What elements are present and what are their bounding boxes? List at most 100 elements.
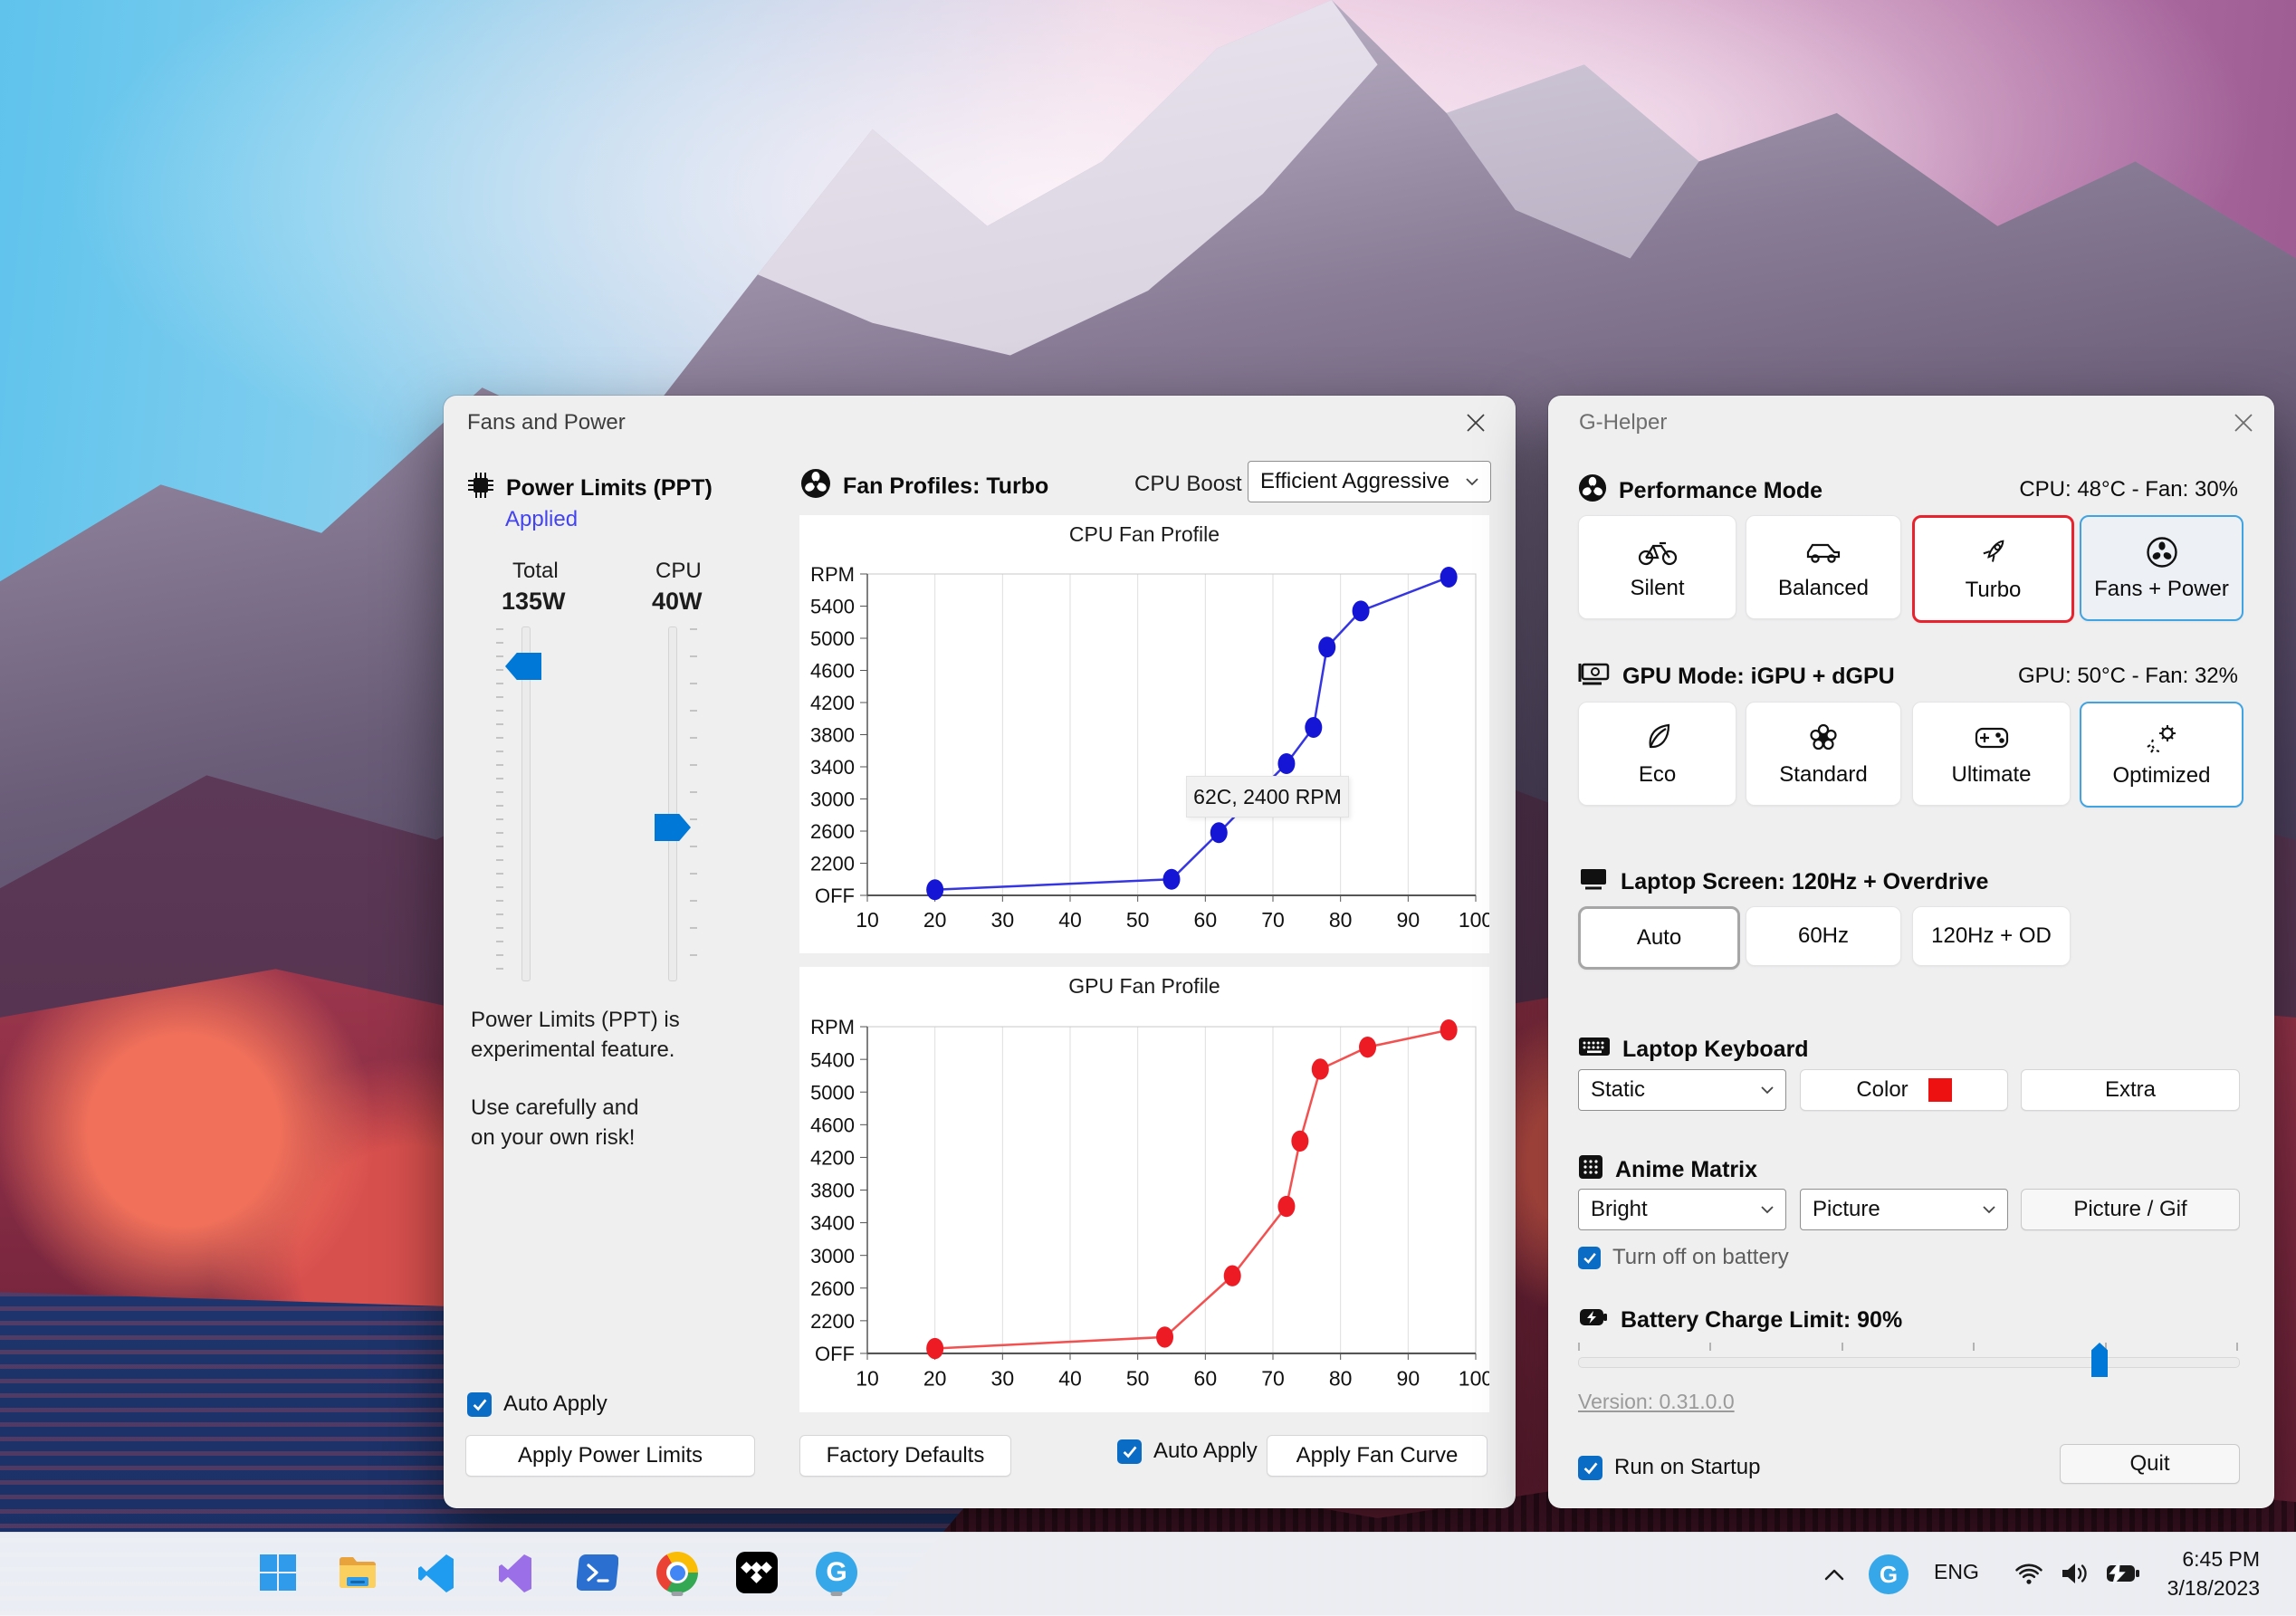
anime-matrix-title: Anime Matrix	[1615, 1157, 1757, 1182]
svg-text:80: 80	[1329, 908, 1353, 932]
run-on-startup-checkbox[interactable]: Run on Startup	[1578, 1455, 1760, 1480]
warning-text: experimental feature.	[471, 1037, 675, 1062]
window-title: G-Helper	[1579, 410, 1668, 435]
cpu-slider-thumb[interactable]	[655, 814, 691, 841]
window-title: Fans and Power	[467, 410, 626, 435]
total-slider-thumb[interactable]	[505, 653, 541, 680]
screen-60hz-button[interactable]: 60Hz	[1746, 906, 1901, 966]
svg-text:3400: 3400	[810, 756, 855, 779]
factory-defaults-button[interactable]: Factory Defaults	[799, 1435, 1011, 1477]
version-link[interactable]: Version: 0.31.0.0	[1578, 1390, 1735, 1414]
tile-label: Ultimate	[1951, 762, 2032, 787]
gpu-mode-header: GPU Mode: iGPU + dGPU	[1578, 660, 1895, 693]
turbo-mode-button[interactable]: Turbo	[1912, 515, 2074, 623]
tray-chevron-up-icon[interactable]	[1818, 1558, 1851, 1591]
turn-off-on-battery-checkbox[interactable]: Turn off on battery	[1578, 1245, 1789, 1270]
gamepad-icon	[1972, 720, 2012, 756]
battery-charging-icon[interactable]	[2102, 1558, 2142, 1589]
svg-text:50: 50	[1126, 908, 1150, 932]
svg-text:30: 30	[991, 1366, 1015, 1390]
anime-matrix-header: Anime Matrix	[1578, 1154, 1757, 1186]
chrome-icon[interactable]	[652, 1547, 703, 1598]
svg-text:OFF: OFF	[815, 1343, 855, 1365]
checkbox-checked-icon	[467, 1391, 492, 1417]
cpu-boost-dropdown[interactable]: Efficient Aggressive	[1248, 461, 1491, 502]
file-explorer-icon[interactable]	[332, 1547, 383, 1598]
fans-power-button[interactable]: Fans + Power	[2080, 515, 2243, 621]
optimized-mode-button[interactable]: Optimized	[2080, 702, 2243, 808]
chevron-down-icon	[1761, 1086, 1774, 1095]
svg-text:4200: 4200	[810, 692, 855, 714]
svg-text:4600: 4600	[810, 660, 855, 683]
eco-mode-button[interactable]: Eco	[1578, 702, 1736, 806]
svg-text:4600: 4600	[810, 1114, 855, 1136]
svg-text:2200: 2200	[810, 853, 855, 875]
screen-auto-button[interactable]: Auto	[1578, 906, 1740, 970]
battery-slider-track[interactable]	[1578, 1357, 2240, 1368]
tray-date: 3/18/2023	[2167, 1576, 2260, 1600]
total-slider-ticks	[496, 628, 503, 980]
svg-text:10: 10	[856, 908, 879, 932]
screen-120hz-od-button[interactable]: 120Hz + OD	[1912, 906, 2071, 966]
silent-mode-button[interactable]: Silent	[1578, 515, 1736, 619]
warning-text: Use carefully and	[471, 1095, 639, 1120]
fan-profiles-title: Fan Profiles: Turbo	[843, 473, 1049, 499]
checkbox-checked-icon	[1578, 1246, 1601, 1269]
visual-studio-icon[interactable]	[492, 1547, 542, 1598]
svg-text:20: 20	[923, 908, 947, 932]
gpu-fan-chart-panel: GPU Fan Profile OFF 2200 2600 3000 3400 3800 4…	[799, 967, 1489, 1412]
keyboard-mode-dropdown[interactable]: Static	[1578, 1069, 1786, 1111]
picture-gif-button[interactable]: Picture / Gif	[2021, 1189, 2240, 1230]
tray-language[interactable]: ENG	[1934, 1560, 1979, 1584]
keyboard-color-button[interactable]: Color	[1800, 1069, 2008, 1111]
quit-button[interactable]: Quit	[2060, 1444, 2240, 1484]
tile-label: Standard	[1779, 762, 1868, 787]
power-limits-title: Power Limits (PPT)	[506, 475, 713, 501]
g-helper-tray-icon[interactable]: G	[1867, 1553, 1910, 1596]
cpu-fan-curve-chart[interactable]: OFF 2200 2600 3000 3400 3800 4200 4600 5000 5400 R…	[799, 515, 1489, 953]
tray-clock[interactable]: 6:45 PM 3/18/2023	[2167, 1544, 2260, 1602]
fan-profiles-header: Fan Profiles: Turbo	[800, 468, 1048, 505]
apply-fan-curve-button[interactable]: Apply Fan Curve	[1267, 1435, 1488, 1477]
close-icon[interactable]	[2222, 401, 2265, 445]
gpu-fan-curve-chart[interactable]: OFF 2200 2600 3000 3400 3800 4200 4600 5000 5400 R…	[799, 967, 1489, 1412]
auto-apply-power-checkbox[interactable]: Auto Apply	[467, 1391, 607, 1417]
svg-text:2200: 2200	[810, 1310, 855, 1333]
ultimate-mode-button[interactable]: Ultimate	[1912, 702, 2071, 806]
battery-charge-limit-header: Battery Charge Limit: 90%	[1578, 1306, 1902, 1334]
balanced-mode-button[interactable]: Balanced	[1746, 515, 1901, 619]
cpu-slider-track[interactable]	[668, 626, 677, 981]
volume-icon[interactable]	[2057, 1556, 2093, 1591]
vscode-icon[interactable]	[412, 1547, 463, 1598]
svg-text:3000: 3000	[810, 789, 855, 811]
svg-text:60: 60	[1194, 1366, 1218, 1390]
wifi-icon[interactable]	[2012, 1556, 2046, 1591]
checkbox-checked-icon	[1578, 1455, 1602, 1480]
g-helper-taskbar-icon[interactable]: G	[811, 1547, 862, 1598]
cpu-boost-label: CPU Boost	[1134, 472, 1242, 496]
matrix-brightness-dropdown[interactable]: Bright	[1578, 1189, 1786, 1230]
svg-text:40: 40	[1058, 1366, 1082, 1390]
matrix-mode-dropdown[interactable]: Picture	[1800, 1189, 2008, 1230]
standard-mode-button[interactable]: Standard	[1746, 702, 1901, 806]
start-button[interactable]	[253, 1547, 303, 1598]
apply-power-limits-button[interactable]: Apply Power Limits	[465, 1435, 755, 1477]
tidal-icon[interactable]	[732, 1547, 782, 1598]
tile-label: Silent	[1630, 576, 1685, 600]
svg-text:10: 10	[856, 1366, 879, 1390]
battery-charge-limit-title: Battery Charge Limit: 90%	[1621, 1307, 1903, 1333]
cpu-value: 40W	[652, 588, 703, 615]
applied-link[interactable]: Applied	[505, 507, 578, 532]
tray-time: 6:45 PM	[2182, 1547, 2260, 1571]
powershell-icon[interactable]	[572, 1547, 623, 1598]
monitor-icon	[1578, 866, 1609, 898]
performance-mode-title: Performance Mode	[1619, 478, 1823, 503]
car-icon	[1803, 533, 1843, 569]
close-icon[interactable]	[1454, 401, 1497, 445]
fan-curve-tooltip: 62C, 2400 RPM	[1186, 776, 1349, 818]
cpu-label: CPU	[655, 559, 702, 583]
auto-apply-fan-checkbox[interactable]: Auto Apply	[1117, 1439, 1258, 1464]
taskbar: G G ENG 6:45 PM 3/18/2023	[0, 1532, 2296, 1616]
keyboard-extra-button[interactable]: Extra	[2021, 1069, 2240, 1111]
svg-text:2600: 2600	[810, 820, 855, 843]
